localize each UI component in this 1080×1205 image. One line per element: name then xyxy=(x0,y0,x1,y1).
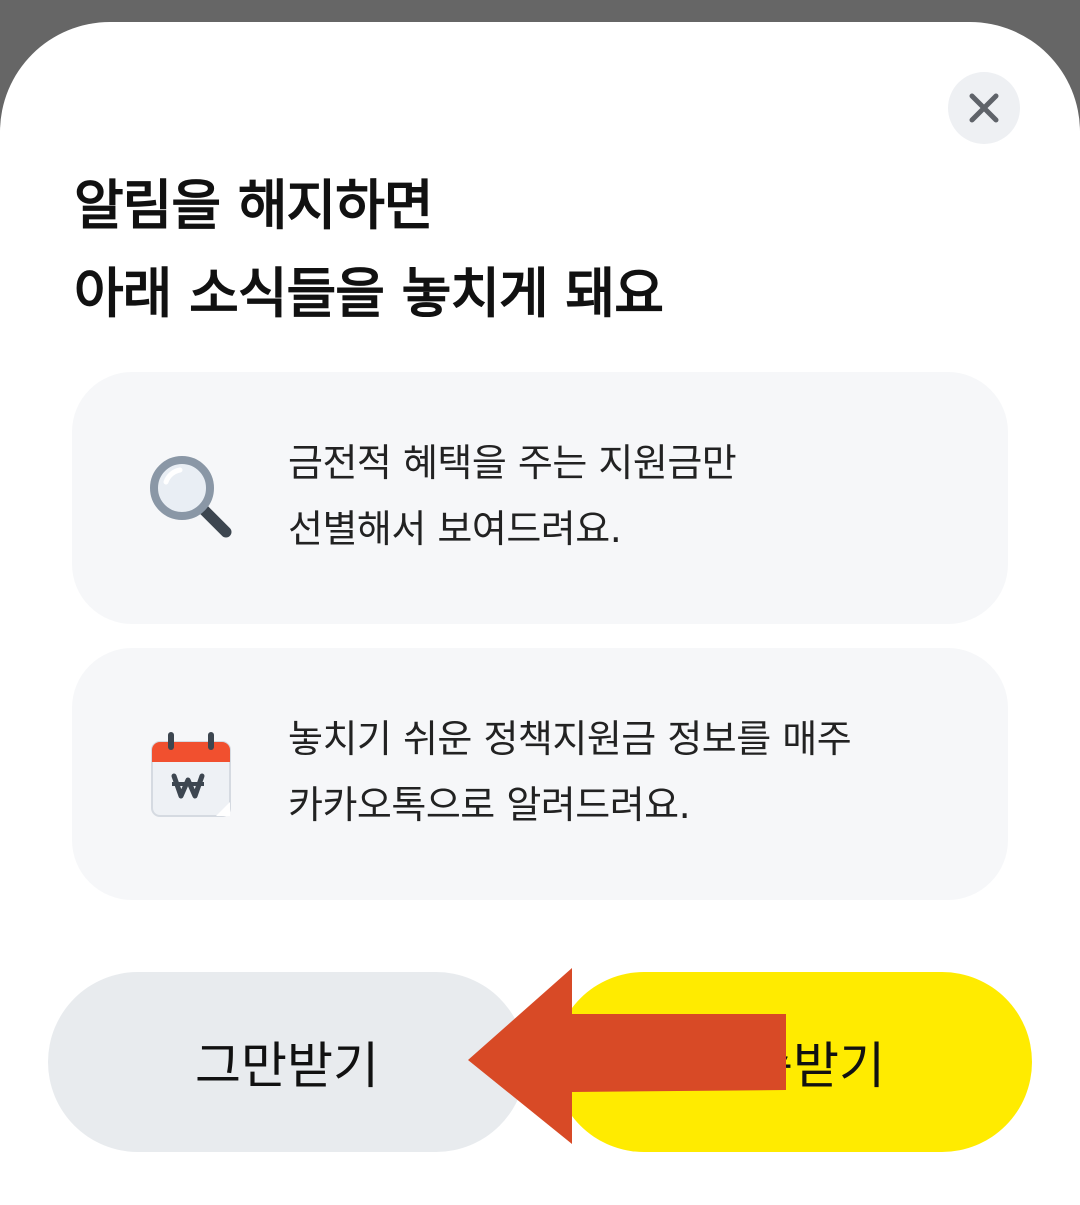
card-line-2: 선별해서 보여드려요. xyxy=(288,507,622,551)
benefit-card-weekly: 놓치기 쉬운 정책지원금 정보를 매주 카카오톡으로 알려드려요. xyxy=(72,648,1008,900)
keep-receiving-button[interactable]: 계속받기 xyxy=(554,972,1032,1152)
page-title: 알림을 해지하면 아래 소식들을 놓치게 돼요 xyxy=(74,162,664,338)
stop-receiving-label: 그만받기 xyxy=(195,1037,379,1095)
card-line-1: 놓치기 쉬운 정책지원금 정보를 매주 xyxy=(288,717,852,761)
close-button[interactable] xyxy=(948,72,1020,144)
stop-receiving-button[interactable]: 그만받기 xyxy=(48,972,526,1152)
magnifier-icon xyxy=(144,450,240,546)
benefit-card-text: 금전적 혜택을 주는 지원금만 선별해서 보여드려요. xyxy=(288,430,737,562)
benefit-card-filter: 금전적 혜택을 주는 지원금만 선별해서 보여드려요. xyxy=(72,372,1008,624)
card-line-1: 금전적 혜택을 주는 지원금만 xyxy=(288,441,737,485)
title-line-2: 아래 소식들을 놓치게 돼요 xyxy=(74,262,664,325)
keep-receiving-label: 계속받기 xyxy=(701,1037,885,1095)
benefit-card-text: 놓치기 쉬운 정책지원금 정보를 매주 카카오톡으로 알려드려요. xyxy=(288,706,852,838)
calendar-won-icon xyxy=(144,726,240,822)
close-icon xyxy=(969,93,999,123)
bottom-sheet: 알림을 해지하면 아래 소식들을 놓치게 돼요 금전적 혜택을 주는 지원금만 … xyxy=(0,22,1080,1205)
card-line-2: 카카오톡으로 알려드려요. xyxy=(288,783,691,827)
title-line-1: 알림을 해지하면 xyxy=(74,174,434,237)
